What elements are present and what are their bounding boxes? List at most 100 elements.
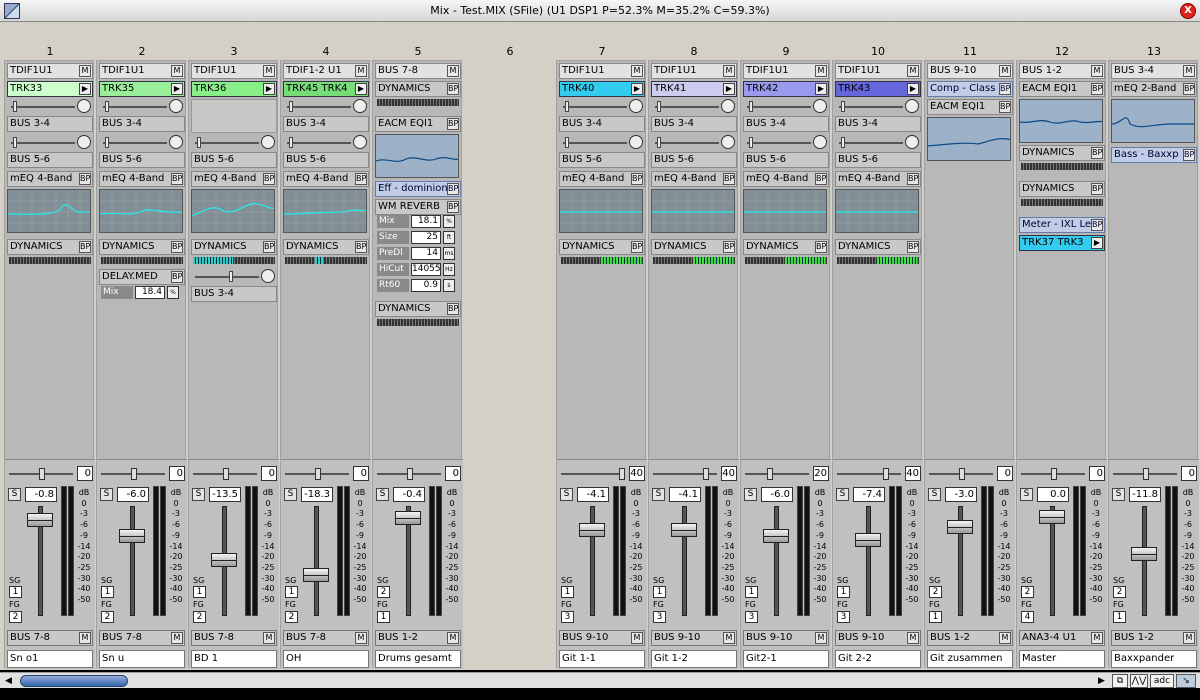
input-selector[interactable]: TDIF1U1 M: [99, 63, 185, 79]
track-arrow-icon[interactable]: ▶: [355, 83, 367, 95]
volume-value[interactable]: -7.4: [853, 487, 885, 502]
track-assign[interactable]: TRK37 TRK3 ▶: [1019, 235, 1105, 251]
volume-value[interactable]: -3.0: [945, 487, 977, 502]
send-bus-1[interactable]: BUS 3-4: [7, 116, 93, 132]
send-bus-1[interactable]: BUS 3-4: [559, 116, 645, 132]
send-level-slider[interactable]: [835, 135, 921, 150]
dynamics-plugin[interactable]: DYNAMICS BP: [835, 239, 921, 255]
eq-plugin-badge[interactable]: BP: [79, 173, 91, 185]
sg-value[interactable]: 2: [1021, 586, 1034, 598]
pan-slider[interactable]: [745, 468, 809, 480]
pan-thumb[interactable]: [883, 468, 889, 480]
dynamics-plugin[interactable]: DYNAMICS BP: [283, 239, 369, 255]
track-arrow-icon[interactable]: ▶: [263, 83, 275, 95]
dynamics-plugin-badge[interactable]: BP: [263, 241, 275, 253]
volume-value[interactable]: -4.1: [669, 487, 701, 502]
send-knob-icon[interactable]: [905, 99, 919, 113]
pan-slider[interactable]: [193, 468, 257, 480]
slider-thumb[interactable]: [841, 137, 845, 148]
output-bus[interactable]: BUS 9-10 M: [743, 630, 829, 646]
delay-plugin-badge[interactable]: BP: [171, 271, 183, 283]
input-selector[interactable]: BUS 1-2 M: [1019, 63, 1105, 79]
channel-name[interactable]: OH: [283, 650, 369, 668]
pan-value[interactable]: 0: [1089, 466, 1105, 481]
solo-button[interactable]: S: [192, 488, 205, 501]
scroll-left-icon[interactable]: ◀: [5, 676, 12, 686]
input-selector-badge[interactable]: M: [1183, 65, 1195, 77]
output-bus[interactable]: BUS 7-8 M: [283, 630, 369, 646]
send-bus-2[interactable]: BUS 5-6: [651, 152, 737, 168]
eq-plugin-badge[interactable]: BP: [171, 173, 183, 185]
send-level-slider[interactable]: [743, 99, 829, 114]
pan-thumb[interactable]: [407, 468, 413, 480]
track-arrow-icon[interactable]: ▶: [1091, 237, 1103, 249]
eq-plugin-badge[interactable]: BP: [263, 173, 275, 185]
volume-fader[interactable]: [947, 520, 973, 534]
input-selector[interactable]: TDIF1U1 M: [191, 63, 277, 79]
delay-plugin[interactable]: DELAY.MED BP: [99, 269, 185, 285]
channel-name[interactable]: Git zusammen: [927, 650, 1013, 668]
eq-curve-graph[interactable]: [99, 189, 183, 233]
sg-value[interactable]: 2: [1113, 586, 1126, 598]
eq-curve-graph[interactable]: [651, 189, 735, 233]
compressor-plugin[interactable]: Comp - Class BP: [927, 81, 1013, 97]
input-selector-badge[interactable]: M: [447, 65, 459, 77]
sg-value[interactable]: 1: [837, 586, 850, 598]
delay-mix-param[interactable]: Mix 18.4%: [101, 286, 181, 299]
eq-plugin-badge[interactable]: BP: [999, 101, 1011, 113]
track-arrow-icon[interactable]: ▶: [79, 83, 91, 95]
output-bus[interactable]: BUS 9-10 M: [835, 630, 921, 646]
pan-thumb[interactable]: [315, 468, 321, 480]
input-selector[interactable]: TDIF1U1 M: [651, 63, 737, 79]
fg-value[interactable]: 2: [9, 611, 22, 623]
input-selector[interactable]: TDIF1U1 M: [743, 63, 829, 79]
send-knob-icon[interactable]: [353, 99, 367, 113]
sg-value[interactable]: 1: [101, 586, 114, 598]
volume-fader[interactable]: [1131, 547, 1157, 561]
dynamics-plugin-2-badge[interactable]: BP: [1091, 183, 1103, 195]
eq-plugin[interactable]: EACM EQI1 BP: [927, 99, 1013, 115]
slider-thumb[interactable]: [657, 137, 661, 148]
send-level-slider[interactable]: [7, 99, 93, 114]
fg-value[interactable]: 1: [377, 611, 390, 623]
volume-value[interactable]: -18.3: [301, 487, 333, 502]
output-mute-badge[interactable]: M: [815, 632, 827, 644]
send-knob-icon[interactable]: [721, 99, 735, 113]
input-selector-badge[interactable]: M: [907, 65, 919, 77]
eq-plugin[interactable]: mEQ 4-Band BP: [191, 171, 277, 187]
solo-button[interactable]: S: [284, 488, 297, 501]
slider-thumb[interactable]: [289, 137, 293, 148]
sg-value[interactable]: 1: [561, 586, 574, 598]
solo-button[interactable]: S: [100, 488, 113, 501]
eq-plugin[interactable]: mEQ 4-Band BP: [7, 171, 93, 187]
fg-value[interactable]: 2: [193, 611, 206, 623]
param-value[interactable]: 18.1: [411, 215, 441, 228]
eq-curve-graph[interactable]: [283, 189, 367, 233]
pan-value[interactable]: 0: [77, 466, 93, 481]
eq-plugin[interactable]: mEQ 4-Band BP: [743, 171, 829, 187]
track-arrow-icon[interactable]: ▶: [723, 83, 735, 95]
channel-name[interactable]: Master: [1019, 650, 1105, 668]
sg-value[interactable]: 1: [745, 586, 758, 598]
track-assign[interactable]: TRK45 TRK4 ▶: [283, 81, 369, 97]
slider-thumb[interactable]: [565, 137, 569, 148]
eq-plugin-badge[interactable]: BP: [631, 173, 643, 185]
reverb-plugin-badge[interactable]: BP: [447, 201, 459, 213]
input-selector-badge[interactable]: M: [631, 65, 643, 77]
volume-fader[interactable]: [395, 511, 421, 525]
eq-curve-graph[interactable]: [559, 189, 643, 233]
input-selector-badge[interactable]: M: [1091, 65, 1103, 77]
send-knob-icon[interactable]: [905, 135, 919, 149]
eq-curve-graph[interactable]: [927, 117, 1011, 161]
send-level-slider[interactable]: [835, 99, 921, 114]
eq-plugin[interactable]: mEQ 4-Band BP: [835, 171, 921, 187]
send-level-slider[interactable]: [559, 135, 645, 150]
dynamics-plugin-2[interactable]: DYNAMICS BP: [375, 301, 461, 317]
pan-value[interactable]: 0: [353, 466, 369, 481]
sg-value[interactable]: 2: [377, 586, 390, 598]
volume-fader[interactable]: [119, 529, 145, 543]
volume-fader[interactable]: [579, 523, 605, 537]
eq-curve-graph[interactable]: [743, 189, 827, 233]
pan-slider[interactable]: [101, 468, 165, 480]
send-bus-2[interactable]: BUS 5-6: [743, 152, 829, 168]
